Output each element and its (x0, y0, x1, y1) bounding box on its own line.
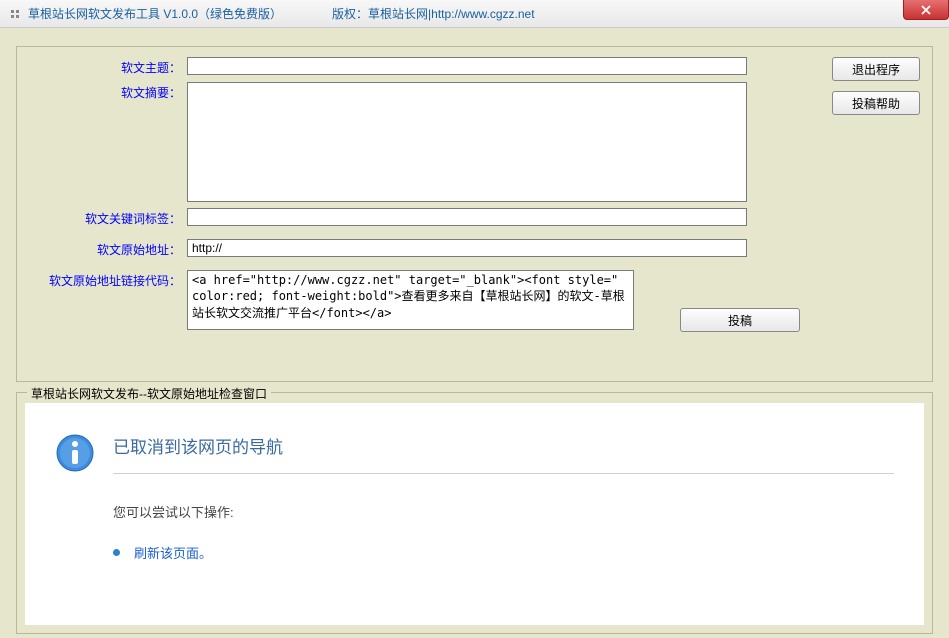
preview-body: 已取消到该网页的导航 您可以尝试以下操作: 刷新该页面。 (25, 403, 924, 625)
keywords-input[interactable] (187, 208, 747, 226)
right-button-group: 退出程序 投稿帮助 (832, 57, 920, 115)
form-panel: 退出程序 投稿帮助 软文主题： 软文摘要： 软文关键词标签： 软文原始地址： 软… (16, 46, 933, 382)
keywords-label: 软文关键词标签： (27, 208, 187, 227)
subject-label: 软文主题： (27, 57, 187, 76)
app-icon (8, 7, 22, 21)
help-button[interactable]: 投稿帮助 (832, 91, 920, 115)
nav-cancelled-heading: 已取消到该网页的导航 (113, 433, 283, 458)
summary-textarea[interactable] (187, 82, 747, 202)
url-label: 软文原始地址： (27, 239, 187, 258)
close-icon (920, 5, 932, 15)
submit-button[interactable]: 投稿 (680, 308, 800, 332)
preview-group-title: 草根站长网软文发布--软文原始地址检查窗口 (27, 385, 271, 402)
linkcode-label: 软文原始地址链接代码： (27, 270, 187, 289)
info-icon (55, 433, 95, 473)
subject-input[interactable] (187, 57, 747, 75)
exit-button[interactable]: 退出程序 (832, 57, 920, 81)
refresh-link[interactable]: 刷新该页面。 (134, 543, 212, 562)
url-input[interactable] (187, 239, 747, 257)
divider (113, 473, 894, 474)
close-button[interactable] (903, 0, 949, 20)
titlebar: 草根站长网软文发布工具 V1.0.0（绿色免费版） 版权：草根站长网|http:… (0, 0, 949, 28)
try-following-text: 您可以尝试以下操作: (113, 502, 894, 521)
linkcode-textarea[interactable] (187, 270, 634, 330)
preview-group: 草根站长网软文发布--软文原始地址检查窗口 已取消到该网页的导航 您可以尝试以下… (16, 392, 933, 634)
bullet-icon (113, 549, 120, 556)
main-area: 退出程序 投稿帮助 软文主题： 软文摘要： 软文关键词标签： 软文原始地址： 软… (0, 28, 949, 638)
summary-label: 软文摘要： (27, 82, 187, 101)
app-title: 草根站长网软文发布工具 V1.0.0（绿色免费版） 版权：草根站长网|http:… (28, 5, 535, 22)
